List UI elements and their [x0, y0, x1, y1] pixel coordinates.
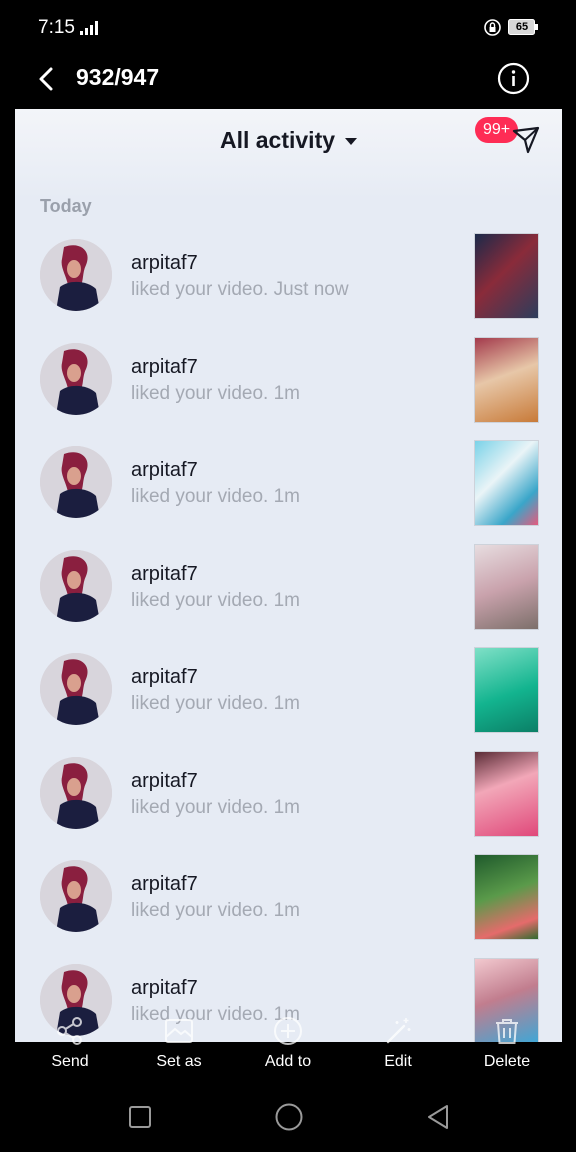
avatar-photo — [40, 549, 112, 622]
send-label: Send — [51, 1053, 89, 1070]
video-thumbnail[interactable] — [474, 336, 539, 423]
username[interactable]: arpitaf7 — [131, 977, 198, 1000]
avatar[interactable] — [40, 860, 112, 932]
rotation-lock-icon — [484, 19, 501, 36]
plus-circle-icon — [274, 1017, 302, 1045]
avatar-photo — [40, 446, 112, 518]
edit-button[interactable]: Edit — [353, 1015, 443, 1071]
share-icon — [57, 1017, 82, 1045]
username[interactable]: arpitaf7 — [131, 356, 198, 379]
paper-plane-icon[interactable] — [511, 125, 541, 155]
notification-row[interactable]: arpitaf7 liked your video. 1m — [15, 336, 562, 427]
info-icon[interactable] — [497, 62, 530, 95]
home-icon[interactable] — [275, 1103, 303, 1131]
screenshot-image: All activity 99+ Today arpitaf7 liked you… — [15, 109, 562, 1042]
magic-wand-icon — [386, 1018, 411, 1044]
activity-text: liked your video. Just now — [131, 279, 349, 300]
username[interactable]: arpitaf7 — [131, 666, 198, 689]
set-as-label: Set as — [156, 1053, 202, 1070]
avatar[interactable] — [40, 653, 112, 725]
activity-text: liked your video. 1m — [131, 796, 300, 818]
avatar[interactable] — [40, 342, 112, 415]
nav-back-icon[interactable] — [425, 1103, 451, 1131]
avatar[interactable] — [40, 549, 112, 622]
username[interactable]: arpitaf7 — [131, 459, 198, 482]
activity-text: liked your video. 1m — [131, 589, 300, 611]
avatar[interactable] — [40, 446, 112, 518]
username[interactable]: arpitaf7 — [131, 563, 198, 586]
notification-row[interactable]: arpitaf7 liked your video. 1m — [15, 440, 562, 530]
avatar-photo — [40, 756, 112, 829]
notification-row[interactable]: arpitaf7 liked your video. 1m — [15, 854, 562, 944]
status-time: 7:15 — [38, 17, 75, 38]
activity-text: liked your video. 1m — [131, 693, 300, 714]
add-to-button[interactable]: Add to — [243, 1015, 333, 1071]
activity-text: liked your video. 1m — [131, 486, 300, 507]
avatar[interactable] — [40, 756, 112, 829]
trash-icon — [496, 1019, 518, 1044]
activity-filter-label: All activity — [219, 127, 336, 153]
video-thumbnail[interactable] — [474, 647, 539, 733]
bottom-toolbar: Send Set as Add to Edit Delete — [0, 1015, 576, 1085]
username[interactable]: arpitaf7 — [131, 252, 198, 275]
wallpaper-icon — [165, 1019, 193, 1043]
notification-row[interactable]: arpitaf7 liked your video. 1m — [15, 543, 562, 634]
notification-row[interactable]: arpitaf7 liked your video. Just now — [15, 233, 562, 323]
section-label-today: Today — [40, 196, 92, 216]
status-bar: 7:15 65 — [0, 0, 576, 56]
avatar-photo — [40, 239, 112, 311]
delete-button[interactable]: Delete — [462, 1015, 552, 1071]
avatar-photo — [40, 653, 112, 725]
activity-text: liked your video. 1m — [131, 900, 300, 921]
edit-label: Edit — [384, 1053, 412, 1070]
avatar[interactable] — [40, 239, 112, 311]
video-thumbnail[interactable] — [474, 233, 539, 319]
avatar-photo — [40, 860, 112, 932]
back-arrow-icon[interactable] — [36, 66, 58, 92]
video-thumbnail[interactable] — [474, 854, 539, 940]
viewer-header: 932/947 — [0, 56, 576, 108]
notification-row[interactable]: arpitaf7 liked your video. 1m — [15, 647, 562, 737]
delete-label: Delete — [483, 1053, 531, 1070]
add-to-label: Add to — [264, 1053, 312, 1070]
set-as-button[interactable]: Set as — [134, 1015, 224, 1071]
video-thumbnail[interactable] — [474, 750, 539, 837]
video-thumbnail[interactable] — [474, 543, 539, 630]
activity-text: liked your video. 1m — [131, 382, 300, 404]
username[interactable]: arpitaf7 — [131, 873, 198, 896]
battery-level: 65 — [515, 21, 529, 33]
signal-icon — [80, 21, 98, 35]
recents-icon[interactable] — [128, 1105, 152, 1129]
video-thumbnail[interactable] — [474, 440, 539, 526]
caret-down-icon — [345, 138, 358, 146]
send-button[interactable]: Send — [25, 1015, 115, 1071]
image-counter: 932/947 — [76, 64, 160, 90]
notification-row[interactable]: arpitaf7 liked your video. 1m — [15, 750, 562, 841]
avatar-photo — [40, 342, 112, 415]
username[interactable]: arpitaf7 — [131, 770, 198, 793]
system-navigation-bar — [0, 1085, 576, 1152]
